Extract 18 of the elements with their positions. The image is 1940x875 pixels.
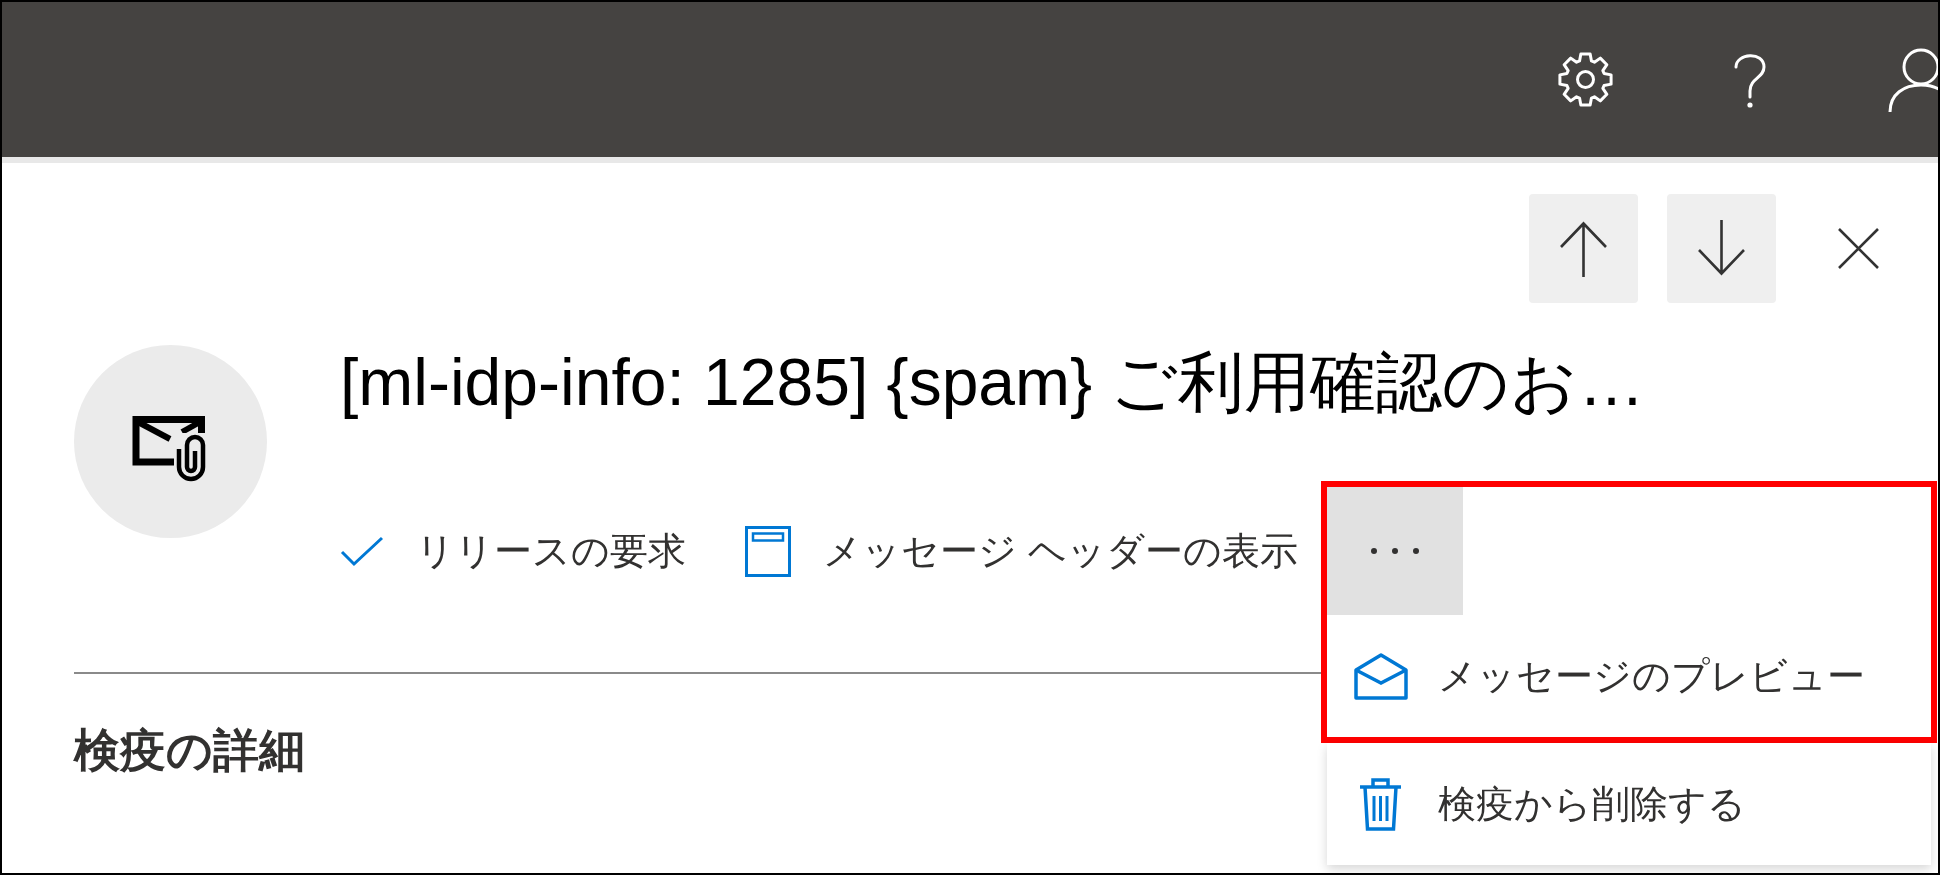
more-icon bbox=[1369, 547, 1420, 555]
trash-icon bbox=[1358, 777, 1404, 831]
arrow-down-icon bbox=[1696, 220, 1747, 277]
menu-item[interactable]: 検疫から削除する bbox=[1326, 743, 1931, 865]
section-heading: 検疫の詳細 bbox=[74, 723, 305, 778]
message-header-button[interactable]: メッセージ ヘッダーの表示 bbox=[730, 519, 1313, 583]
person-icon[interactable] bbox=[1888, 47, 1938, 112]
check-icon bbox=[340, 535, 384, 567]
envelope-open-icon bbox=[1352, 651, 1409, 701]
arrow-up-button[interactable] bbox=[1529, 194, 1638, 303]
settings-icon[interactable] bbox=[1557, 51, 1614, 108]
release-request-button[interactable]: リリースの要求 bbox=[325, 519, 701, 583]
mail-attachment-icon bbox=[74, 345, 267, 538]
arrow-up-icon bbox=[1558, 220, 1609, 277]
window-icon bbox=[745, 525, 791, 577]
help-icon[interactable] bbox=[1732, 51, 1768, 108]
arrow-down-button[interactable] bbox=[1667, 194, 1776, 303]
close-icon bbox=[1836, 227, 1880, 270]
